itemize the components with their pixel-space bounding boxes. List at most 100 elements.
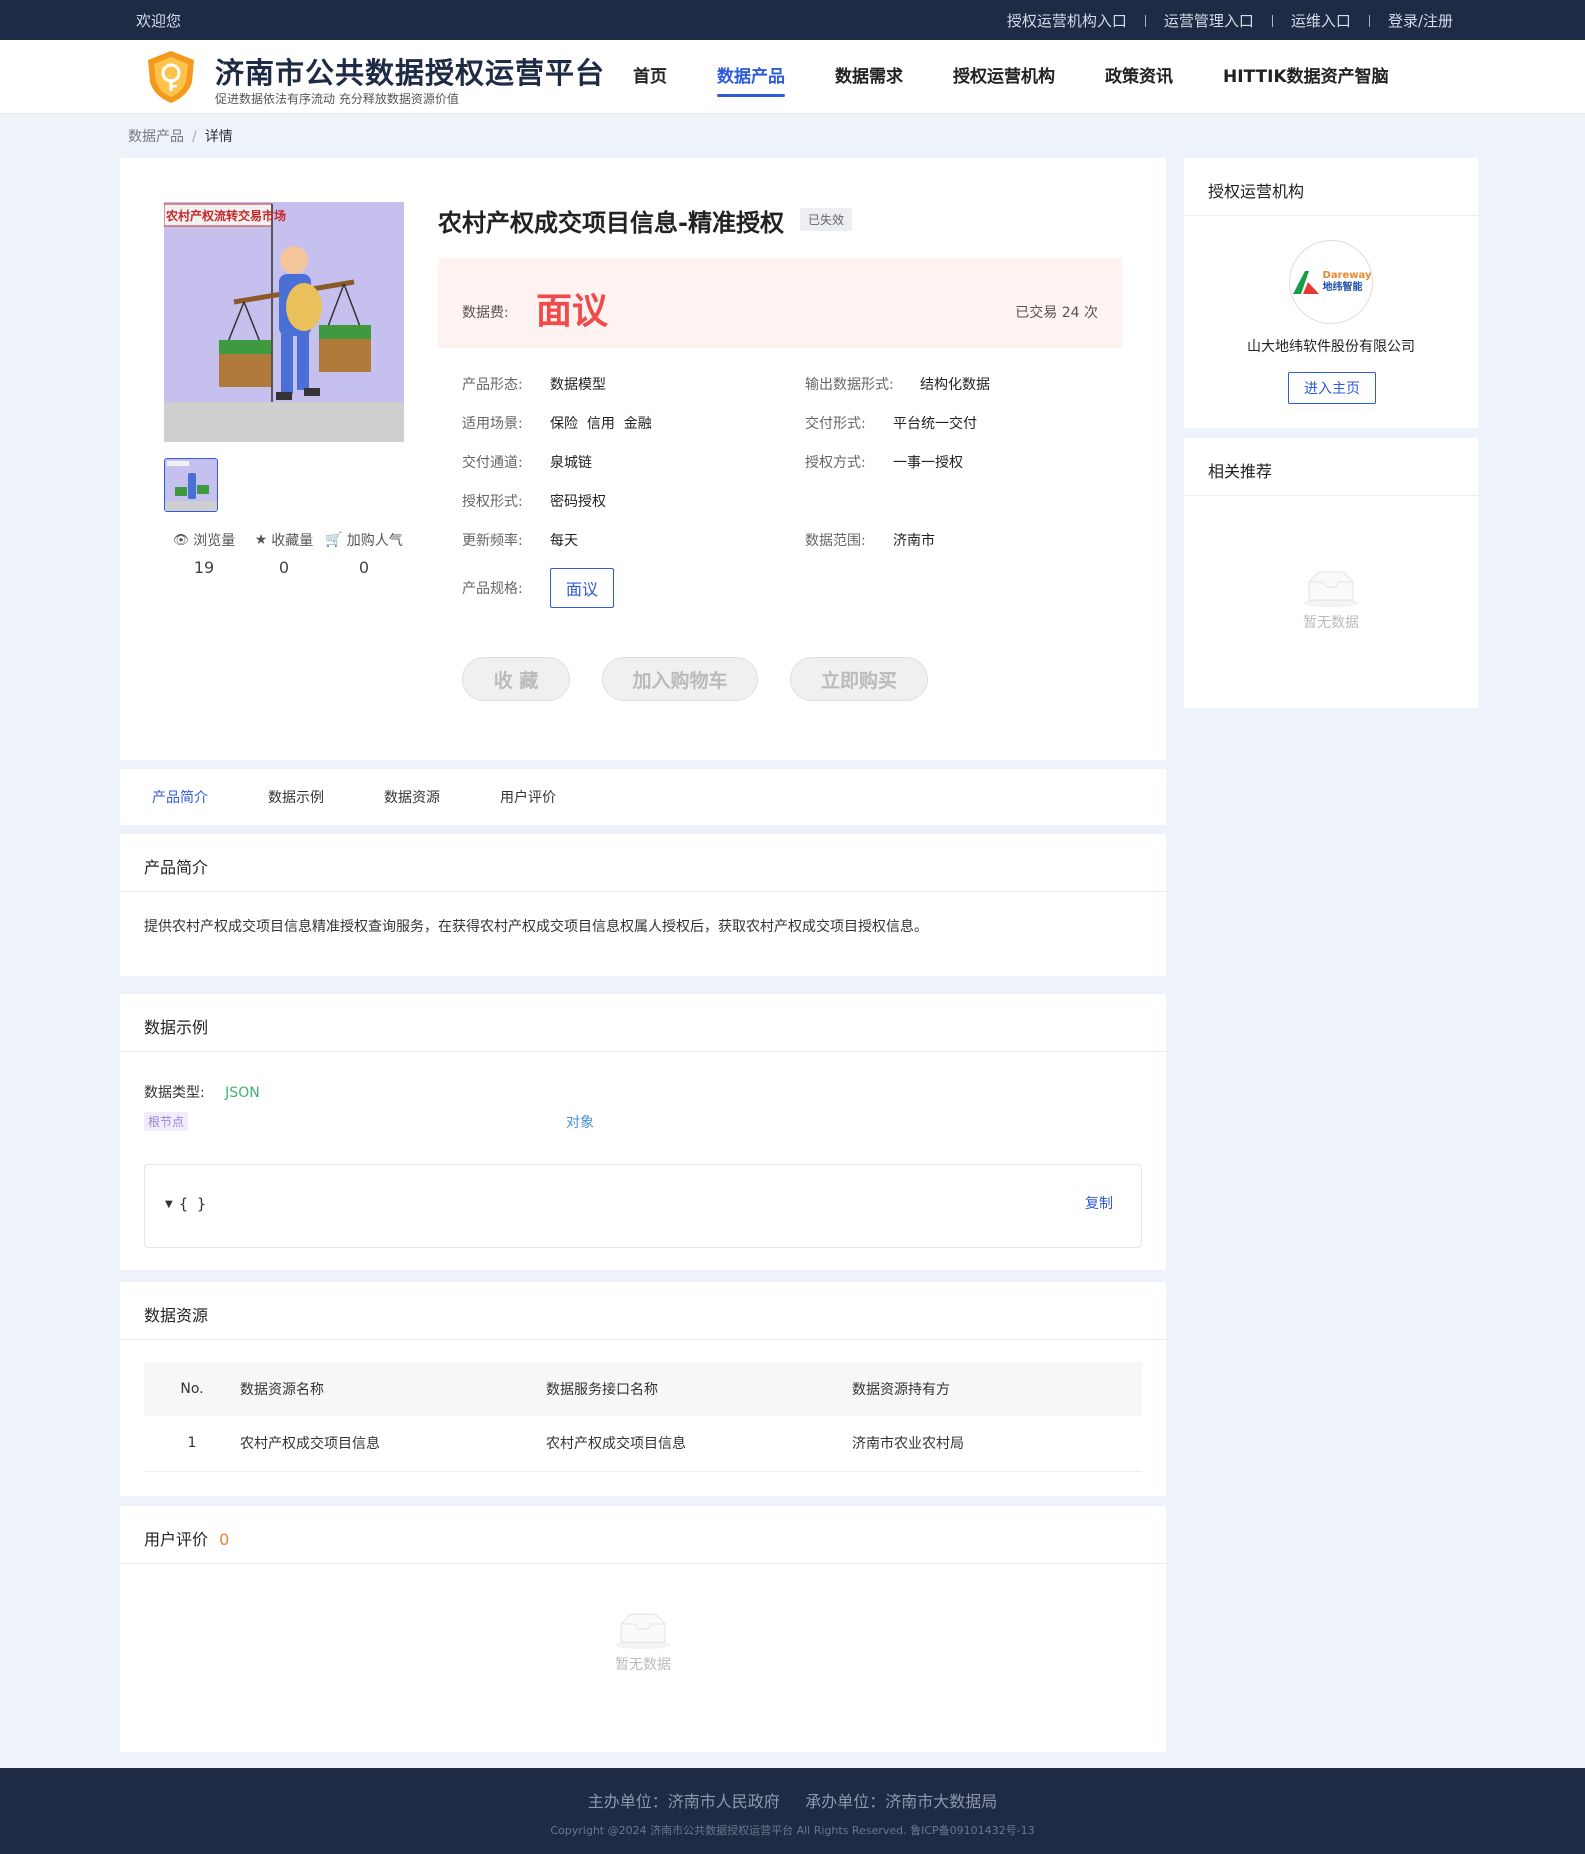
breadcrumb-current: 详情 bbox=[204, 129, 233, 145]
related-card: 相关推荐 暂无数据 bbox=[1184, 438, 1478, 708]
attr-label: 授权方式: bbox=[805, 455, 866, 471]
col-holder: 数据资源持有方 bbox=[852, 1362, 1142, 1416]
data-type-label: 数据类型: bbox=[144, 1085, 205, 1101]
site-header: 济南市公共数据授权运营平台 促进数据依法有序流动 充分释放数据资源价值 首页 数… bbox=[0, 40, 1585, 114]
nav-home[interactable]: 首页 bbox=[633, 62, 667, 97]
attr-channel: 交付通道: 泉城链 bbox=[462, 452, 592, 472]
buy-now-button[interactable]: 立即购买 bbox=[790, 657, 928, 701]
product-image[interactable]: 农村产权流转交易市场 bbox=[164, 202, 404, 442]
intro-text: 提供农村产权成交项目信息精准授权查询服务，在获得农村产权成交项目信息权属人授权后… bbox=[144, 919, 928, 935]
enter-homepage-button[interactable]: 进入主页 bbox=[1288, 372, 1376, 404]
attr-scene: 适用场景: 保险 信用 金融 bbox=[462, 413, 652, 433]
org-heading: 授权运营机构 bbox=[1184, 158, 1478, 216]
welcome-text: 欢迎您 bbox=[136, 12, 182, 30]
ops-admin-link[interactable]: 运营管理入口 bbox=[1164, 10, 1254, 31]
reviews-section: 用户评价 0 暂无数据 bbox=[120, 1506, 1166, 1752]
login-register-link[interactable]: 登录/注册 bbox=[1388, 10, 1453, 31]
divider bbox=[1144, 14, 1146, 27]
empty-text: 暂无数据 bbox=[1303, 615, 1359, 631]
tab-example[interactable]: 数据示例 bbox=[268, 787, 324, 807]
data-type-value: JSON bbox=[225, 1085, 260, 1101]
root-node-type: 对象 bbox=[566, 1115, 594, 1131]
cell-holder: 济南市农业农村局 bbox=[852, 1416, 1142, 1472]
cart-label: 加购人气 bbox=[346, 533, 403, 549]
image-caption: 农村产权流转交易市场 bbox=[166, 209, 287, 223]
attr-label: 授权形式: bbox=[462, 494, 523, 510]
nav-data-demand[interactable]: 数据需求 bbox=[835, 62, 903, 97]
related-empty: 暂无数据 bbox=[1184, 568, 1478, 632]
breadcrumb: 数据产品 / 详情 bbox=[128, 126, 233, 146]
product-title: 农村产权成交项目信息-精准授权 bbox=[438, 209, 784, 237]
tab-resources[interactable]: 数据资源 bbox=[384, 787, 440, 807]
site-footer: 主办单位：济南市人民政府 承办单位：济南市大数据局 Copyright @202… bbox=[0, 1768, 1585, 1854]
breadcrumb-parent[interactable]: 数据产品 bbox=[128, 129, 184, 145]
collapse-caret-icon[interactable]: ▼ bbox=[165, 1199, 173, 1210]
org-name: 山大地纬软件股份有限公司 bbox=[1247, 339, 1415, 355]
tab-reviews[interactable]: 用户评价 bbox=[500, 787, 556, 807]
attr-range: 数据范围: 济南市 bbox=[805, 530, 935, 550]
attr-label: 产品规格: bbox=[462, 581, 523, 597]
status-badge: 已失效 bbox=[800, 208, 853, 231]
attr-label: 更新频率: bbox=[462, 533, 523, 549]
col-no: No. bbox=[144, 1362, 240, 1416]
reviews-empty: 暂无数据 bbox=[120, 1610, 1166, 1674]
org-logo-text-cn: 地纬智能 bbox=[1322, 282, 1363, 293]
maintenance-link[interactable]: 运维入口 bbox=[1291, 10, 1351, 31]
example-section: 数据示例 数据类型: JSON 根节点 对象 ▼ { } 复制 bbox=[120, 994, 1166, 1270]
example-heading: 数据示例 bbox=[120, 994, 1166, 1052]
attr-authway: 授权方式: 一事一授权 bbox=[805, 452, 963, 472]
add-to-cart-button[interactable]: 加入购物车 bbox=[602, 657, 758, 701]
attr-value: 济南市 bbox=[893, 533, 935, 549]
org-entry-link[interactable]: 授权运营机构入口 bbox=[1007, 10, 1127, 31]
top-links: 授权运营机构入口 运营管理入口 运维入口 登录/注册 bbox=[1007, 10, 1453, 31]
org-card: 授权运营机构 Dareway 地纬智能 山大地纬软件股份有限公司 进入主页 bbox=[1184, 158, 1478, 428]
intro-section: 产品简介 提供农村产权成交项目信息精准授权查询服务，在获得农村产权成交项目信息权… bbox=[120, 834, 1166, 976]
cell-api-name: 农村产权成交项目信息 bbox=[546, 1416, 852, 1472]
attr-label: 交付形式: bbox=[805, 416, 866, 432]
favorite-button[interactable]: 收 藏 bbox=[462, 657, 570, 701]
attr-form: 产品形态: 数据模型 bbox=[462, 374, 606, 394]
favorites-value: 0 bbox=[278, 558, 290, 577]
cart-stat: 🛒 加购人气 0 bbox=[324, 530, 404, 577]
copy-button[interactable]: 复制 bbox=[1085, 1193, 1113, 1213]
attr-value: 泉城链 bbox=[550, 455, 592, 471]
cell-resource-name: 农村产权成交项目信息 bbox=[240, 1416, 546, 1472]
price-value: 面议 bbox=[536, 291, 609, 332]
attr-label: 产品形态: bbox=[462, 377, 523, 393]
attr-value: 保险 信用 金融 bbox=[550, 416, 652, 432]
reviews-title: 用户评价 bbox=[144, 1530, 209, 1549]
nav-data-products[interactable]: 数据产品 bbox=[717, 62, 785, 97]
detail-tabs: 产品简介 数据示例 数据资源 用户评价 bbox=[120, 769, 1166, 825]
main-nav: 首页 数据产品 数据需求 授权运营机构 政策资讯 HITTIK数据资产智脑 bbox=[633, 62, 1439, 97]
top-bar: 欢迎您 授权运营机构入口 运营管理入口 运维入口 登录/注册 bbox=[0, 0, 1585, 40]
price-box: 数据费: 面议 已交易 24 次 bbox=[438, 258, 1122, 348]
attr-value: 每天 bbox=[550, 533, 578, 549]
favorites-stat: ★ 收藏量 0 bbox=[244, 530, 324, 577]
cell-no: 1 bbox=[144, 1416, 240, 1472]
nav-policy-news[interactable]: 政策资讯 bbox=[1105, 62, 1173, 97]
empty-text: 暂无数据 bbox=[615, 1657, 671, 1673]
empty-box-icon bbox=[615, 1613, 671, 1649]
site-subtitle: 促进数据依法有序流动 充分释放数据资源价值 bbox=[215, 92, 459, 106]
cart-icon: 🛒 bbox=[325, 532, 343, 548]
attr-label: 数据范围: bbox=[805, 533, 866, 549]
footer-copyright: Copyright @2024 济南市公共数据授权运营平台 All Rights… bbox=[550, 1824, 1035, 1837]
col-api-name: 数据服务接口名称 bbox=[546, 1362, 852, 1416]
empty-box-icon bbox=[1303, 571, 1359, 607]
resources-table-wrap: No. 数据资源名称 数据服务接口名称 数据资源持有方 1 农村产权成交项目信息… bbox=[144, 1362, 1142, 1472]
breadcrumb-separator: / bbox=[192, 129, 197, 145]
nav-orgs[interactable]: 授权运营机构 bbox=[953, 62, 1055, 97]
attr-value: 一事一授权 bbox=[893, 455, 963, 471]
nav-hittik[interactable]: HITTIK数据资产智脑 bbox=[1223, 62, 1389, 97]
attr-freq: 更新频率: 每天 bbox=[462, 530, 578, 550]
org-logo[interactable]: Dareway 地纬智能 bbox=[1289, 240, 1373, 324]
spec-option-button[interactable]: 面议 bbox=[550, 568, 614, 608]
json-viewer: ▼ { } 复制 bbox=[144, 1164, 1142, 1248]
shield-logo-icon[interactable] bbox=[142, 48, 200, 106]
product-stats: 👁 浏览量 19 ★ 收藏量 0 🛒 加购人气 0 bbox=[164, 530, 404, 577]
attr-spec: 产品规格: bbox=[462, 578, 523, 598]
product-thumbnail[interactable] bbox=[164, 458, 218, 512]
views-value: 19 bbox=[193, 558, 215, 577]
tab-intro[interactable]: 产品简介 bbox=[152, 787, 208, 807]
data-type-row: 数据类型: JSON bbox=[144, 1082, 260, 1102]
